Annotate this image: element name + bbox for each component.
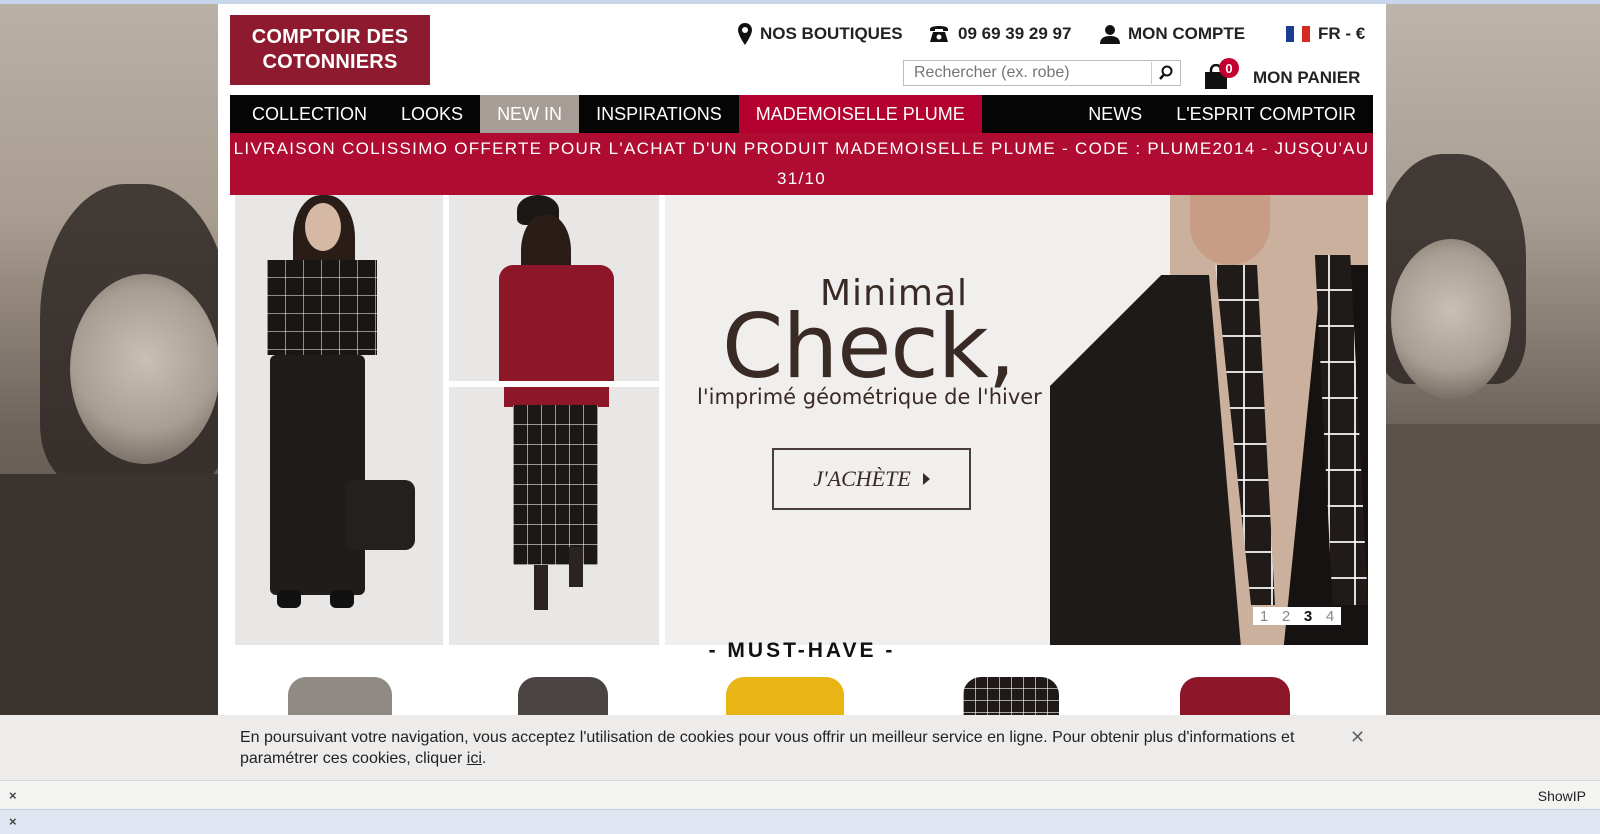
product-thumbnail[interactable] bbox=[518, 677, 608, 715]
stores-link[interactable]: NOS BOUTIQUES bbox=[738, 22, 903, 46]
phone-contact[interactable]: 09 69 39 29 97 bbox=[928, 22, 1071, 46]
cookie-message: En poursuivant votre navigation, vous ac… bbox=[240, 727, 1340, 769]
nav-item-new-in[interactable]: NEW IN bbox=[480, 95, 580, 133]
brand-logo[interactable]: COMPTOIR DES COTONNIERS bbox=[230, 15, 430, 85]
logo-line1: COMPTOIR DES bbox=[251, 26, 409, 48]
france-flag-icon bbox=[1286, 26, 1310, 42]
showip-label[interactable]: ShowIP bbox=[1538, 788, 1586, 804]
slide-dot-1[interactable]: 1 bbox=[1260, 608, 1268, 625]
main-navigation: COLLECTION LOOKS NEW IN INSPIRATIONS MAD… bbox=[230, 95, 1373, 133]
slider-pagination: 1 2 3 4 bbox=[1253, 607, 1341, 625]
cookie-text: En poursuivant votre navigation, vous ac… bbox=[240, 729, 1295, 767]
slide-dot-4[interactable]: 4 bbox=[1326, 608, 1334, 625]
search-icon bbox=[1159, 65, 1173, 80]
hero-subtitle: l'imprimé géométrique de l'hiver bbox=[697, 385, 1042, 409]
panel-divider bbox=[659, 195, 665, 645]
slide-dot-3[interactable]: 3 bbox=[1304, 608, 1312, 625]
section-title-must-have: - MUST-HAVE - bbox=[708, 639, 896, 662]
model-photo-front bbox=[235, 195, 443, 645]
close-addon-bar-icon[interactable]: × bbox=[9, 788, 17, 803]
nav-item-news[interactable]: NEWS bbox=[1071, 95, 1159, 133]
cookie-banner: En poursuivant votre navigation, vous ac… bbox=[0, 715, 1600, 780]
promo-text-line2: 31/10 bbox=[776, 169, 827, 188]
nav-item-esprit-comptoir[interactable]: L'ESPRIT COMPTOIR bbox=[1159, 95, 1373, 133]
close-bottom-bar-icon[interactable]: × bbox=[9, 814, 17, 829]
shop-now-button[interactable]: J'ACHÈTE bbox=[772, 448, 971, 510]
account-label: MON COMPTE bbox=[1128, 24, 1246, 43]
shopping-bag-icon: 0 bbox=[1203, 58, 1239, 92]
product-thumbnail[interactable] bbox=[963, 677, 1059, 715]
promo-text-line1: LIVRAISON COLISSIMO OFFERTE POUR L'ACHAT… bbox=[233, 139, 1370, 158]
close-icon[interactable]: ✕ bbox=[1350, 727, 1365, 748]
browser-bottom-bar: × bbox=[0, 809, 1600, 834]
user-icon bbox=[1100, 25, 1120, 44]
model-photo-back-bottom bbox=[449, 387, 659, 645]
logo-line2: COTONNIERS bbox=[262, 51, 398, 73]
phone-icon bbox=[930, 26, 948, 42]
arrow-right-icon bbox=[922, 473, 930, 485]
product-thumbnail[interactable] bbox=[1180, 677, 1290, 715]
cookie-more-info-link[interactable]: ici bbox=[467, 750, 482, 767]
nav-item-collection[interactable]: COLLECTION bbox=[230, 95, 384, 133]
search-box bbox=[903, 60, 1181, 86]
hero-title-big: Check, bbox=[722, 295, 1016, 398]
shop-now-label: J'ACHÈTE bbox=[813, 466, 911, 491]
cart-count-badge: 0 bbox=[1219, 58, 1239, 78]
nav-item-inspirations[interactable]: INSPIRATIONS bbox=[579, 95, 739, 133]
model-photo-closeup bbox=[1050, 195, 1368, 645]
search-input[interactable] bbox=[904, 62, 1151, 84]
model-photo-back-top bbox=[449, 195, 659, 381]
nav-item-looks[interactable]: LOOKS bbox=[384, 95, 480, 133]
product-thumbnail[interactable] bbox=[726, 677, 844, 715]
cart-label: MON PANIER bbox=[1253, 68, 1361, 87]
cookie-text-end: . bbox=[481, 750, 487, 767]
language-currency-selector[interactable]: FR - € bbox=[1286, 22, 1365, 46]
language-label: FR - € bbox=[1318, 24, 1366, 43]
promo-banner[interactable]: LIVRAISON COLISSIMO OFFERTE POUR L'ACHAT… bbox=[230, 133, 1373, 195]
site-container: COMPTOIR DES COTONNIERS NOS BOUTIQUES 09… bbox=[218, 4, 1386, 715]
browser-addon-bar: × ShowIP bbox=[0, 780, 1600, 810]
phone-number: 09 69 39 29 97 bbox=[958, 24, 1072, 43]
background-photo-right bbox=[1386, 4, 1600, 715]
nav-item-mademoiselle-plume[interactable]: MADEMOISELLE PLUME bbox=[738, 95, 982, 133]
stores-label: NOS BOUTIQUES bbox=[760, 24, 903, 43]
account-link[interactable]: MON COMPTE bbox=[1100, 22, 1245, 46]
search-button[interactable] bbox=[1151, 62, 1180, 84]
slide-dot-2[interactable]: 2 bbox=[1282, 608, 1290, 625]
hero-slider[interactable]: Minimal Check, l'imprimé géométrique de … bbox=[235, 195, 1368, 645]
product-thumbnail[interactable] bbox=[288, 677, 392, 715]
map-pin-icon bbox=[738, 23, 752, 45]
cart-link[interactable]: 0 MON PANIER bbox=[1203, 58, 1361, 96]
background-photo-left bbox=[0, 4, 218, 715]
